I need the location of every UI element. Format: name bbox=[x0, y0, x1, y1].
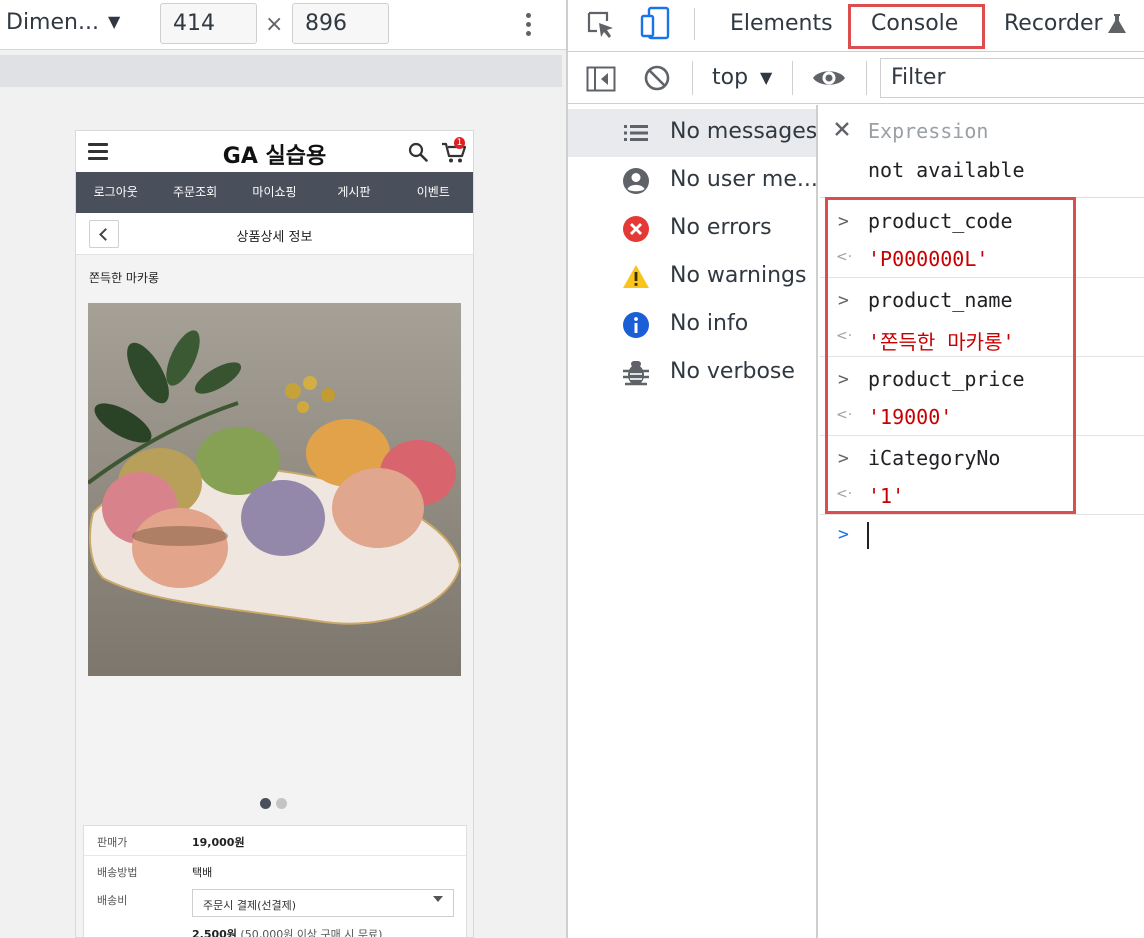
shipping-method-value: 택배 bbox=[192, 866, 213, 879]
tab-elements[interactable]: Elements bbox=[730, 11, 833, 36]
toolbar-separator bbox=[692, 61, 693, 95]
carousel-indicator bbox=[260, 798, 292, 809]
select-caret-icon[interactable] bbox=[433, 896, 443, 902]
sidebar-toggle-icon[interactable] bbox=[586, 66, 616, 92]
clear-console-icon[interactable] bbox=[643, 64, 671, 92]
site-header: GA 실습용 1 bbox=[76, 131, 473, 172]
nav-order-lookup[interactable]: 주문조회 bbox=[155, 172, 234, 213]
bug-icon bbox=[623, 361, 649, 386]
search-icon[interactable] bbox=[408, 142, 428, 162]
sidebar-item-label: No errors bbox=[670, 215, 772, 240]
inspect-element-icon[interactable] bbox=[586, 10, 616, 40]
filter-input[interactable]: Filter bbox=[880, 58, 1144, 98]
context-selector[interactable]: top bbox=[712, 65, 748, 90]
shipping-fee-select[interactable]: 주문시 결제(선결제) bbox=[192, 889, 454, 917]
nav-event[interactable]: 이벤트 bbox=[394, 172, 473, 213]
console-sidebar: No messages No user me... No errors No w… bbox=[568, 105, 818, 938]
nav-my-shopping[interactable]: 마이쇼핑 bbox=[235, 172, 314, 213]
product-name: 쫀득한 마카롱 bbox=[89, 271, 160, 285]
caret-down-icon[interactable]: ▼ bbox=[108, 12, 120, 31]
sidebar-item-info[interactable]: No info bbox=[568, 301, 816, 349]
sidebar-item-messages[interactable]: No messages bbox=[568, 109, 818, 157]
close-icon[interactable] bbox=[834, 121, 850, 137]
media-query-bar bbox=[0, 55, 562, 87]
info-icon bbox=[623, 312, 649, 338]
sidebar-item-warnings[interactable]: No warnings bbox=[568, 253, 816, 301]
shipping-fee-condition: (50,000원 이상 구매 시 무료) bbox=[236, 928, 383, 938]
page-subheader: 상품상세 정보 bbox=[76, 213, 473, 255]
sidebar-item-label: No verbose bbox=[670, 359, 795, 384]
width-input[interactable]: 414 bbox=[160, 3, 257, 44]
error-icon bbox=[623, 216, 649, 242]
console-prompt-input[interactable] bbox=[867, 522, 869, 549]
price-label: 판매가 bbox=[97, 836, 128, 849]
live-expression-eye-icon[interactable] bbox=[812, 66, 846, 90]
sidebar-item-label: No user me... bbox=[670, 167, 818, 192]
console-prompt-icon: > bbox=[838, 524, 849, 545]
site-nav: 로그아웃 주문조회 마이쇼핑 게시판 이벤트 bbox=[76, 172, 473, 213]
sidebar-item-label: No info bbox=[670, 311, 749, 336]
product-info-table: 판매가 19,000원 배송방법 택배 배송비 주문시 결제(선결제) 2,50… bbox=[83, 825, 467, 938]
nav-logout[interactable]: 로그아웃 bbox=[76, 172, 155, 213]
cart-count-badge: 1 bbox=[454, 137, 465, 149]
warning-icon bbox=[623, 265, 649, 288]
list-icon bbox=[624, 125, 648, 141]
carousel-dot-2[interactable] bbox=[276, 798, 287, 809]
entries-highlight-box bbox=[825, 197, 1076, 514]
shipping-method-label: 배송방법 bbox=[97, 866, 138, 879]
price-row: 판매가 19,000원 bbox=[84, 834, 466, 856]
sidebar-item-errors[interactable]: No errors bbox=[568, 205, 816, 253]
price-value: 19,000원 bbox=[192, 836, 245, 849]
shipping-method-row: 배송방법 택배 bbox=[84, 864, 466, 886]
page-title: 상품상세 정보 bbox=[236, 230, 313, 245]
caret-down-icon[interactable]: ▼ bbox=[760, 68, 772, 87]
toolbar-separator bbox=[792, 61, 793, 95]
sidebar-item-label: No messages bbox=[670, 119, 818, 144]
times-separator: × bbox=[265, 12, 284, 37]
dimensions-dropdown[interactable]: Dimen... bbox=[6, 10, 99, 35]
tab-separator bbox=[694, 8, 695, 40]
devtools-panel: Elements Console Recorder top ▼ Filter N… bbox=[568, 0, 1144, 938]
shipping-fee-label: 배송비 bbox=[97, 894, 128, 907]
mobile-viewport: GA 실습용 1 로그아웃 주문조회 마이쇼핑 게시판 이벤트 상품상세 정보 … bbox=[75, 130, 474, 938]
height-input[interactable]: 896 bbox=[292, 3, 389, 44]
screen: Dimen... ▼ 414 × 896 GA 실습용 1 로그아웃 주문조회 … bbox=[0, 0, 1144, 938]
tab-console[interactable]: Console bbox=[871, 11, 958, 36]
devtools-tab-bar: Elements Console Recorder bbox=[568, 0, 1144, 52]
flask-icon bbox=[1108, 14, 1126, 33]
sidebar-item-label: No warnings bbox=[670, 263, 807, 288]
tab-recorder[interactable]: Recorder bbox=[1004, 11, 1103, 36]
shipping-fee-note: 2,500원 (50,000원 이상 구매 시 무료) bbox=[192, 926, 383, 938]
device-toolbar-icon[interactable] bbox=[640, 6, 670, 40]
live-expression: Expression not available bbox=[820, 105, 1144, 198]
sidebar-item-user-messages[interactable]: No user me... bbox=[568, 157, 818, 205]
nav-board[interactable]: 게시판 bbox=[314, 172, 393, 213]
more-options-icon[interactable] bbox=[520, 10, 536, 40]
carousel-dot-1[interactable] bbox=[260, 798, 271, 809]
console-toolbar: top ▼ Filter bbox=[568, 53, 1144, 104]
product-image bbox=[88, 303, 461, 676]
toolbar-separator bbox=[866, 61, 867, 95]
shipping-fee-amount: 2,500원 bbox=[192, 928, 237, 938]
device-emulation-pane: Dimen... ▼ 414 × 896 GA 실습용 1 로그아웃 주문조회 … bbox=[0, 0, 566, 938]
expression-value: not available bbox=[868, 158, 1025, 182]
console-output: Expression not available > product_code … bbox=[820, 105, 1144, 938]
sidebar-item-verbose[interactable]: No verbose bbox=[568, 349, 816, 397]
device-toolbar: Dimen... ▼ 414 × 896 bbox=[0, 0, 566, 50]
expression-input[interactable]: Expression bbox=[868, 119, 988, 143]
user-icon bbox=[623, 168, 649, 194]
